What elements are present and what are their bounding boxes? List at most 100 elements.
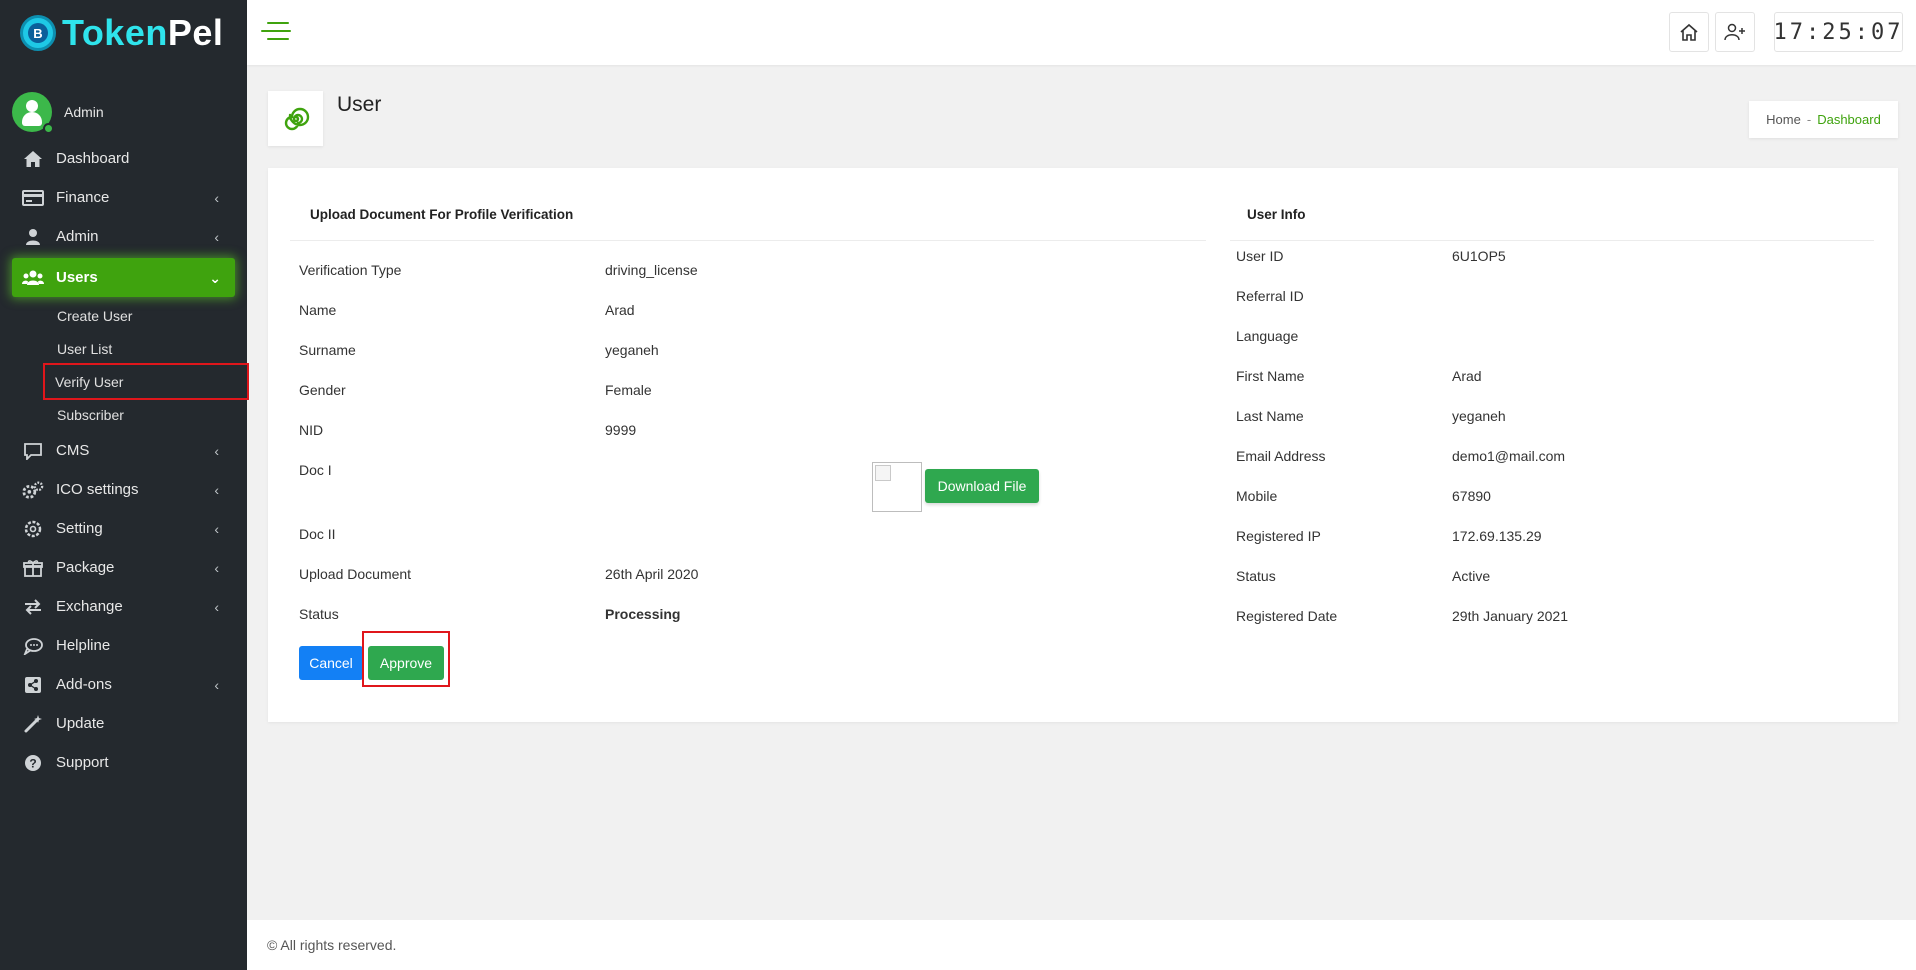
field-value: 9999	[605, 422, 637, 438]
field-label: Doc II	[299, 526, 336, 542]
digital-clock: 17:25:07	[1774, 12, 1903, 52]
user-plus-icon	[1724, 23, 1745, 41]
sidebar-menu: Dashboard Finance ‹ Admin ‹ Users ⌄ Crea	[0, 139, 249, 782]
sidebar-item-admin[interactable]: Admin ‹	[0, 217, 247, 256]
gift-icon	[22, 558, 44, 578]
chevron-left-icon: ‹	[214, 599, 219, 615]
field-label: Registered Date	[1236, 608, 1338, 624]
field-label: Registered IP	[1236, 528, 1321, 544]
sidebar-item-label: Admin	[56, 228, 99, 245]
chevron-left-icon: ‹	[214, 677, 219, 693]
field-value: 172.69.135.29	[1452, 528, 1542, 544]
submenu-item-label: Verify User	[55, 373, 124, 390]
sidebar-user[interactable]: Admin	[0, 66, 247, 139]
coin-glyph: B	[28, 23, 48, 43]
breadcrumb-home-link[interactable]: Home	[1766, 112, 1801, 127]
chevron-left-icon: ‹	[214, 190, 219, 206]
field-label: Upload Document	[299, 566, 412, 582]
sidebar-item-cms[interactable]: CMS ‹	[0, 431, 247, 470]
sidebar-item-label: ICO settings	[56, 481, 139, 498]
sidebar-item-package[interactable]: Package ‹	[0, 548, 247, 587]
document-thumbnail[interactable]	[872, 462, 922, 512]
sidebar-item-users[interactable]: Users ⌄	[12, 258, 235, 297]
avatar	[12, 91, 54, 134]
field-label: Status	[299, 606, 339, 622]
question-icon: ?	[22, 753, 44, 773]
sidebar-item-add-ons[interactable]: Add-ons ‹	[0, 665, 247, 704]
chevron-left-icon: ‹	[214, 443, 219, 459]
card-icon	[22, 188, 44, 208]
field-value: driving_license	[605, 262, 698, 278]
home-icon	[22, 149, 44, 169]
chevron-left-icon: ‹	[214, 482, 219, 498]
field-label: First Name	[1236, 368, 1305, 384]
divider	[290, 240, 1206, 241]
sidebar-item-label: Helpline	[56, 637, 111, 654]
sidebar-item-ico-settings[interactable]: ICO settings ‹	[0, 470, 247, 509]
sidebar: B TokenPel Admin Dashboard Finance ‹ Adm…	[0, 0, 249, 970]
field-label: User ID	[1236, 248, 1284, 264]
sidebar-item-helpline[interactable]: Helpline	[0, 626, 247, 665]
chevron-left-icon: ‹	[214, 521, 219, 537]
sidebar-item-label: Setting	[56, 520, 103, 537]
users-icon	[22, 268, 44, 288]
status-value: Processing	[605, 606, 681, 622]
gears-icon	[22, 480, 44, 500]
field-value: demo1@mail.com	[1452, 448, 1566, 464]
field-value: Arad	[605, 302, 635, 318]
coin-logo-icon: B	[20, 15, 56, 51]
submenu-item-subscriber[interactable]: Subscriber	[0, 398, 247, 431]
user-icon	[22, 227, 44, 247]
page-icon	[268, 91, 323, 146]
cancel-button[interactable]: Cancel	[299, 646, 363, 680]
field-value: Active	[1452, 568, 1491, 584]
field-label: Email Address	[1236, 448, 1326, 464]
field-value: yeganeh	[605, 342, 659, 358]
comment-icon	[22, 441, 44, 461]
field-label: Mobile	[1236, 488, 1278, 504]
submenu-item-label: Create User	[57, 307, 133, 324]
field-label: Doc I	[299, 462, 332, 478]
sidebar-item-finance[interactable]: Finance ‹	[0, 178, 247, 217]
sidebar-item-update[interactable]: Update	[0, 704, 247, 743]
sidebar-item-label: CMS	[56, 442, 90, 459]
submenu-item-create-user[interactable]: Create User	[0, 299, 247, 332]
sidebar-item-setting[interactable]: Setting ‹	[0, 509, 247, 548]
field-value: yeganeh	[1452, 408, 1506, 424]
svg-text:?: ?	[29, 756, 36, 770]
breadcrumb: Home - Dashboard	[1749, 101, 1898, 138]
chevron-down-icon: ⌄	[209, 270, 221, 286]
submenu-item-label: User List	[57, 340, 113, 357]
exchange-icon	[22, 597, 44, 617]
brand-name-part2: Pel	[167, 12, 224, 53]
submenu-item-verify-user[interactable]: Verify User	[43, 363, 249, 400]
gear-icon	[22, 519, 44, 539]
sidebar-item-dashboard[interactable]: Dashboard	[0, 139, 247, 178]
breadcrumb-current[interactable]: Dashboard	[1817, 112, 1881, 127]
field-label: Gender	[299, 382, 346, 398]
brand-name: TokenPel	[62, 12, 223, 54]
download-file-button[interactable]: Download File	[925, 469, 1039, 503]
sidebar-item-exchange[interactable]: Exchange ‹	[0, 587, 247, 626]
online-status-dot	[43, 122, 54, 134]
page-title: User	[337, 93, 382, 116]
field-label: Last Name	[1236, 408, 1304, 424]
home-outline-icon	[1680, 23, 1698, 41]
submenu-item-user-list[interactable]: User List	[0, 332, 247, 365]
chevron-left-icon: ‹	[214, 560, 219, 576]
wand-icon	[22, 714, 44, 734]
sidebar-item-label: Dashboard	[56, 150, 130, 167]
home-button[interactable]	[1669, 12, 1709, 52]
share-icon	[22, 675, 44, 695]
sidebar-item-support[interactable]: ? Support	[0, 743, 247, 782]
add-user-button[interactable]	[1715, 12, 1755, 52]
brand-name-part1: Token	[62, 12, 168, 53]
field-label: NID	[299, 422, 324, 438]
field-value: Female	[605, 382, 652, 398]
sidebar-item-label: Add-ons	[56, 676, 112, 693]
footer: © All rights reserved.	[247, 920, 1916, 970]
field-value: 26th April 2020	[605, 566, 699, 582]
approve-button[interactable]: Approve	[368, 646, 444, 680]
menu-toggle-icon[interactable]	[261, 22, 291, 44]
brand-logo[interactable]: B TokenPel	[0, 0, 247, 66]
